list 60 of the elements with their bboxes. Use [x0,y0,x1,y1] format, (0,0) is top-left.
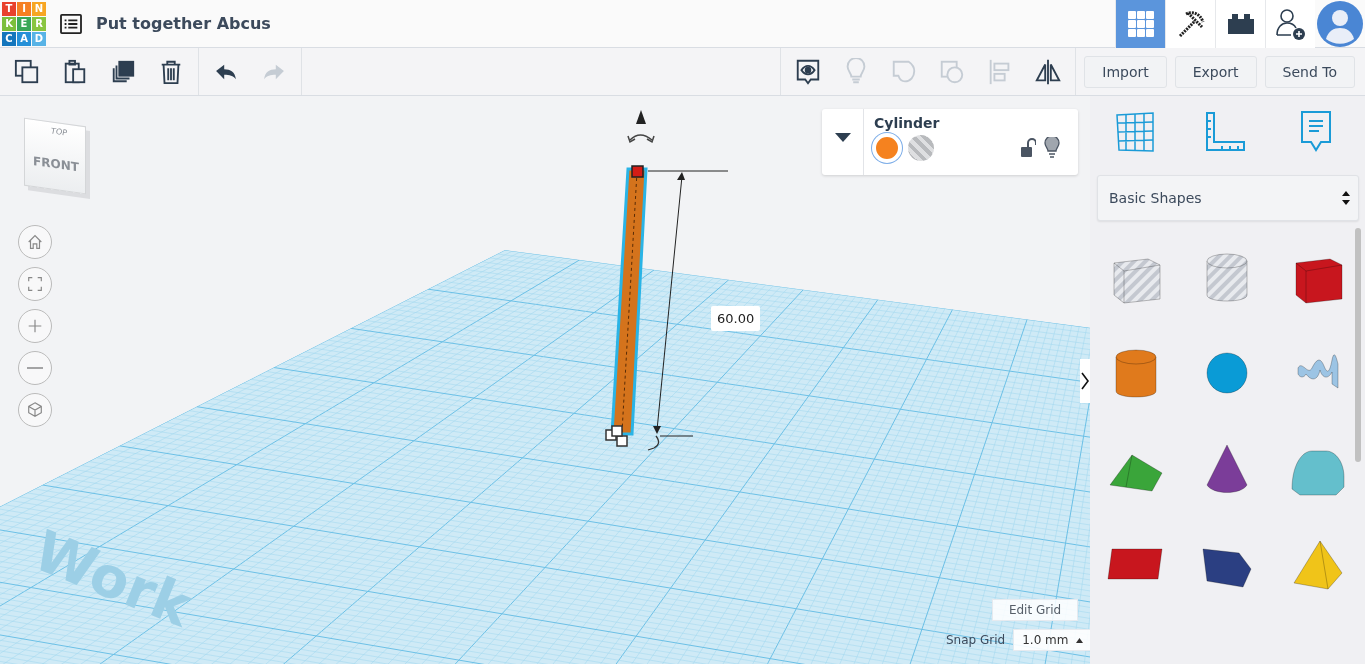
edit-grid-button[interactable]: Edit Grid [992,599,1078,621]
unlock-icon[interactable] [1020,138,1036,158]
ruler-icon [1204,111,1247,153]
copy-icon [110,58,136,85]
fit-view-icon [26,275,44,293]
action-button[interactable]: Import [1084,55,1167,88]
bulb-icon[interactable] [1044,137,1060,159]
brick-icon [1226,12,1255,35]
solid-color-button[interactable] [874,135,900,161]
zoom-in-icon [26,317,44,335]
snap-grid-label: Snap Grid [946,633,1006,647]
fit-view-button[interactable] [18,267,52,301]
panel-toggle[interactable] [1080,359,1090,403]
design-title[interactable]: Put together Abcus [96,14,271,33]
height-dimension-label[interactable]: 60.00 [711,306,761,331]
logo-letter: D [32,31,46,46]
snap-grid-select[interactable]: 1.0 mm [1013,629,1090,651]
logo-letter: T [2,1,16,16]
logo-letter: R [32,16,46,31]
logo-letter: K [2,16,16,31]
rotate-handle[interactable] [627,110,655,144]
list-icon[interactable] [60,13,82,34]
zoom-out-view-button[interactable] [18,351,52,385]
action-button[interactable]: Send To [1264,55,1355,88]
home-view-button[interactable] [18,225,52,259]
grid-icon [1127,10,1154,37]
workplane-icon [1114,111,1157,153]
chevron-right-icon [1081,372,1089,390]
action-button[interactable]: Export [1174,55,1257,88]
avatar[interactable] [1317,0,1363,47]
clipboard-icon [62,58,88,85]
zoom-in-view-button[interactable] [18,309,52,343]
copy-icon [14,58,40,85]
height-handle[interactable] [631,165,644,178]
logo-letter: I [17,1,31,16]
hole-button[interactable] [908,135,934,161]
collapse-caret-icon[interactable] [835,133,851,143]
caret-up-icon [1076,637,1084,643]
sort-arrows-icon [1342,191,1350,205]
mirror-icon [1034,57,1063,86]
rotate-handle[interactable] [647,435,660,451]
category-select[interactable]: Basic Shapes [1097,175,1359,221]
logo-letter: A [17,31,31,46]
ortho-view-button[interactable] [18,393,52,427]
shape-name: Cylinder [874,115,941,131]
pickaxe-view-tab[interactable] [1165,0,1215,48]
scrollbar-thumb[interactable] [1355,228,1361,462]
cube-icon [26,401,44,419]
home-icon [26,233,44,251]
logo[interactable]: T I N K E R C A D [2,1,46,46]
cylinder-object[interactable] [610,167,648,436]
add-user-icon [1274,6,1307,41]
redo-icon [262,62,286,81]
add-user-view-tab[interactable] [1265,0,1315,48]
corner-handle[interactable] [605,425,628,447]
logo-letter: E [17,16,31,31]
brick-view-tab[interactable] [1215,0,1265,48]
logo-letter: C [2,31,16,46]
undo-icon [214,62,238,81]
logo-letter: N [32,1,46,16]
